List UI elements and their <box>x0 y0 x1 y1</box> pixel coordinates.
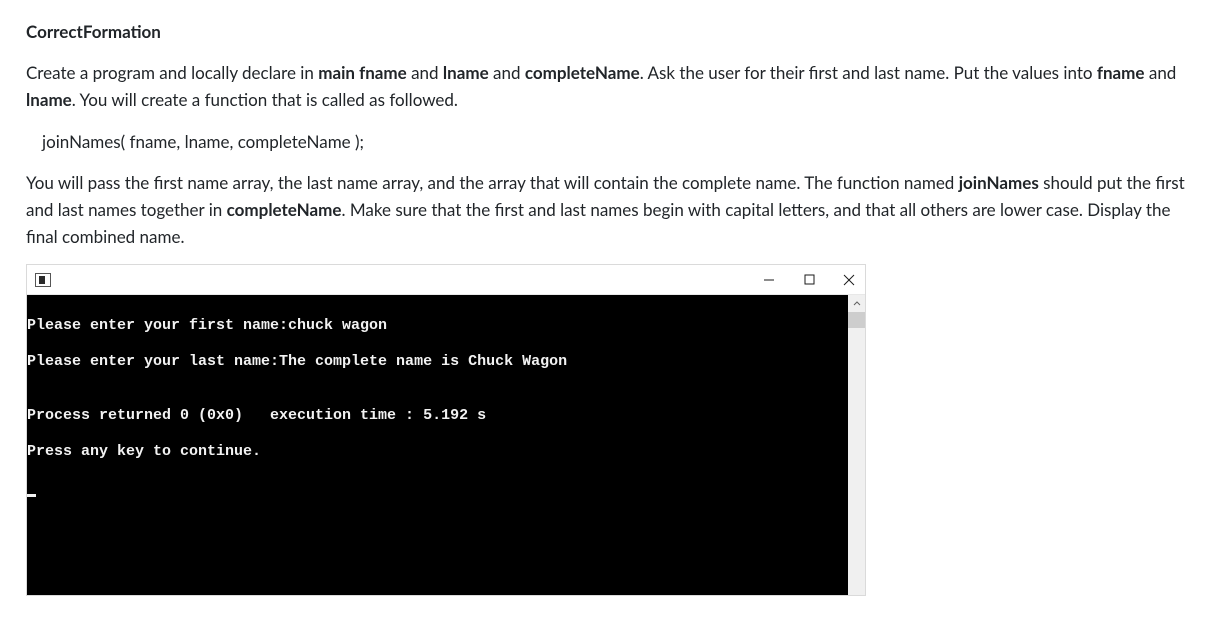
console-line: Press any key to continue. <box>27 443 848 461</box>
text: Create a program and locally declare in <box>26 62 318 83</box>
console-line: Please enter your last name:The complete… <box>27 353 848 371</box>
text: . Ask the user for their first and last … <box>640 62 1097 83</box>
close-button[interactable] <box>841 272 857 288</box>
maximize-button[interactable] <box>801 272 817 288</box>
scroll-thumb[interactable] <box>848 312 865 328</box>
text: You will pass the first name array, the … <box>26 172 959 193</box>
minimize-button[interactable] <box>761 272 777 288</box>
bold-main-fname: main fname <box>318 62 407 83</box>
console-line: Process returned 0 (0x0) execution time … <box>27 407 848 425</box>
bold-fname: fname <box>1097 62 1145 83</box>
vertical-scrollbar[interactable] <box>848 295 865 595</box>
bold-lname: lname <box>443 62 489 83</box>
console-area: Please enter your first name:chuck wagon… <box>27 295 865 595</box>
bold-lname-2: lname <box>26 89 72 110</box>
cursor <box>27 494 36 497</box>
titlebar-left <box>35 273 51 287</box>
heading-title: CorrectFormation <box>26 18 1192 45</box>
text: . You will create a function that is cal… <box>72 89 458 110</box>
console-window: Please enter your first name:chuck wagon… <box>26 264 866 596</box>
app-icon <box>35 273 51 287</box>
code-call-line: joinNames( fname, lname, completeName ); <box>26 128 1192 155</box>
window-titlebar <box>27 265 865 295</box>
text: and <box>407 62 443 83</box>
text: and <box>1145 62 1177 83</box>
text: and <box>489 62 525 83</box>
console-output[interactable]: Please enter your first name:chuck wagon… <box>27 295 848 595</box>
console-line: Please enter your first name:chuck wagon <box>27 317 848 335</box>
scroll-track[interactable] <box>848 328 865 595</box>
bold-completename-2: completeName <box>227 199 342 220</box>
scroll-up-icon[interactable] <box>848 295 865 312</box>
window-controls <box>761 272 857 288</box>
paragraph-2: You will pass the first name array, the … <box>26 169 1192 251</box>
bold-completename: completeName <box>525 62 640 83</box>
paragraph-1: Create a program and locally declare in … <box>26 59 1192 113</box>
bold-joinnames: joinNames <box>959 172 1039 193</box>
